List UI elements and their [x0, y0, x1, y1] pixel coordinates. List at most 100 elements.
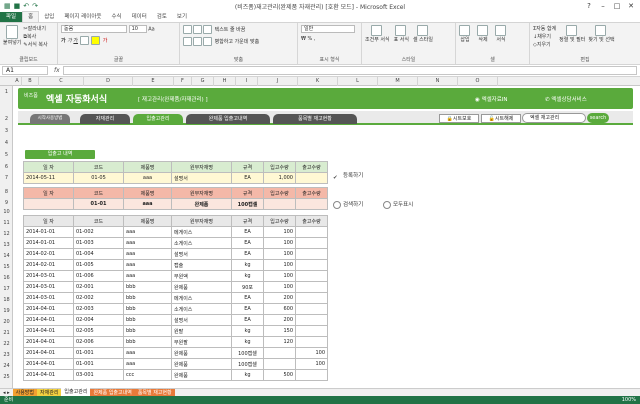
align-middle-icon[interactable]: [193, 25, 202, 34]
table-cell[interactable]: 2014-04-01: [23, 358, 74, 370]
row-header[interactable]: 5: [0, 152, 13, 158]
copy-button[interactable]: ⧉복사: [23, 33, 47, 41]
table-cell[interactable]: 500: [263, 369, 296, 381]
format-cells-button[interactable]: 서식: [495, 25, 507, 43]
table-cell[interactable]: aaa: [123, 270, 172, 282]
search-cell[interactable]: [263, 198, 296, 210]
clear-button[interactable]: ◇지우기: [533, 41, 556, 49]
row-header[interactable]: 11: [0, 220, 13, 226]
table-cell[interactable]: 100: [263, 281, 296, 293]
table-cell[interactable]: EA: [231, 237, 264, 249]
row-header[interactable]: 25: [0, 374, 13, 380]
percent-icon[interactable]: %: [308, 36, 313, 42]
table-cell[interactable]: 01-002: [73, 226, 124, 238]
table-cell[interactable]: 600: [263, 303, 296, 315]
table-cell[interactable]: bbb: [123, 292, 172, 304]
table-cell[interactable]: 90포: [231, 281, 264, 293]
column-header[interactable]: G: [192, 77, 214, 86]
table-cell[interactable]: 2014-01-01: [23, 237, 74, 249]
row-header[interactable]: 14: [0, 253, 13, 259]
column-header[interactable]: L: [338, 77, 378, 86]
table-cell[interactable]: EA: [231, 292, 264, 304]
table-cell[interactable]: aaa: [123, 226, 172, 238]
table-cell[interactable]: 100: [263, 270, 296, 282]
cell-styles-button[interactable]: 셀 스타일: [413, 25, 433, 43]
table-cell[interactable]: [295, 281, 328, 293]
column-header[interactable]: A: [13, 77, 22, 86]
table-cell[interactable]: EA: [231, 248, 264, 260]
table-cell[interactable]: kg: [231, 270, 264, 282]
table-cell[interactable]: aaa: [123, 358, 172, 370]
table-cell[interactable]: 01-004: [73, 248, 124, 260]
search-cell[interactable]: [295, 198, 328, 210]
close-icon[interactable]: ✕: [624, 0, 638, 12]
table-cell[interactable]: 01-006: [73, 270, 124, 282]
column-header[interactable]: O: [458, 77, 498, 86]
cut-button[interactable]: ✂잘라내기: [23, 25, 47, 33]
table-cell[interactable]: [295, 259, 328, 271]
table-cell[interactable]: kg: [231, 336, 264, 348]
table-cell[interactable]: [263, 358, 296, 370]
row-header[interactable]: 21: [0, 330, 13, 336]
table-cell[interactable]: 2014-03-01: [23, 281, 74, 293]
table-cell[interactable]: aaa: [123, 347, 172, 359]
table-cell[interactable]: 100: [263, 226, 296, 238]
currency-icon[interactable]: ₩: [301, 36, 306, 42]
border-icon[interactable]: [79, 36, 89, 45]
column-header[interactable]: F: [174, 77, 192, 86]
table-cell[interactable]: 100캡셀: [231, 358, 264, 370]
sort-filter-button[interactable]: 정렬 및 필터: [559, 25, 585, 49]
tab-inout[interactable]: 입출고관리: [133, 114, 183, 124]
input-cell[interactable]: 2014-05-11: [23, 172, 74, 184]
tab-data[interactable]: 데이터: [127, 12, 152, 22]
table-cell[interactable]: 2014-04-01: [23, 325, 74, 337]
table-cell[interactable]: bbb: [123, 303, 172, 315]
tab-page-layout[interactable]: 페이지 레이아웃: [59, 12, 106, 22]
table-cell[interactable]: 완제품: [171, 347, 232, 359]
table-cell[interactable]: 03-001: [73, 369, 124, 381]
table-cell[interactable]: 2014-04-01: [23, 303, 74, 315]
column-header[interactable]: I: [236, 77, 258, 86]
row-header[interactable]: 10: [0, 209, 13, 215]
tab-file[interactable]: 파일: [0, 12, 23, 22]
input-cell[interactable]: 설명서: [171, 172, 232, 184]
table-cell[interactable]: 100: [263, 259, 296, 271]
row-header[interactable]: 17: [0, 286, 13, 292]
font-color-icon[interactable]: 가: [103, 38, 108, 44]
table-cell[interactable]: aaa: [123, 237, 172, 249]
insert-cells-button[interactable]: 삽입: [459, 25, 471, 43]
row-header[interactable]: 3: [0, 128, 13, 134]
zoom-level[interactable]: 100%: [622, 396, 636, 404]
minimize-icon[interactable]: –: [596, 0, 610, 12]
table-cell[interactable]: [295, 292, 328, 304]
tab-formulas[interactable]: 수식: [106, 12, 126, 22]
row-header[interactable]: 24: [0, 363, 13, 369]
input-cell[interactable]: EA: [231, 172, 264, 184]
table-cell[interactable]: EA: [231, 303, 264, 315]
table-cell[interactable]: bbb: [123, 336, 172, 348]
underline-icon[interactable]: 가: [73, 38, 78, 44]
tab-material[interactable]: 자재관리: [80, 114, 130, 124]
table-cell[interactable]: bbb: [123, 325, 172, 337]
table-cell[interactable]: 2014-03-01: [23, 270, 74, 282]
search-cell[interactable]: aaa: [123, 198, 172, 210]
row-header[interactable]: 22: [0, 341, 13, 347]
tab-insert[interactable]: 삽입: [39, 12, 59, 22]
table-cell[interactable]: [263, 347, 296, 359]
table-cell[interactable]: 원팔: [171, 325, 232, 337]
input-cell[interactable]: [295, 172, 328, 184]
table-cell[interactable]: 소게이스: [171, 303, 232, 315]
tab-review[interactable]: 검토: [152, 12, 172, 22]
table-cell[interactable]: 부원액: [171, 270, 232, 282]
align-center-icon[interactable]: [193, 37, 202, 46]
fill-color-icon[interactable]: [91, 36, 101, 45]
table-cell[interactable]: EA: [231, 226, 264, 238]
table-cell[interactable]: [295, 314, 328, 326]
delete-cells-button[interactable]: 삭제: [477, 25, 489, 43]
align-top-icon[interactable]: [183, 25, 192, 34]
find-select-button[interactable]: 찾기 및 선택: [588, 25, 615, 49]
table-cell[interactable]: 02-001: [73, 281, 124, 293]
unprotect-sheet-button[interactable]: 🔓시트해제: [481, 114, 521, 123]
table-cell[interactable]: [295, 248, 328, 260]
row-header[interactable]: 15: [0, 264, 13, 270]
